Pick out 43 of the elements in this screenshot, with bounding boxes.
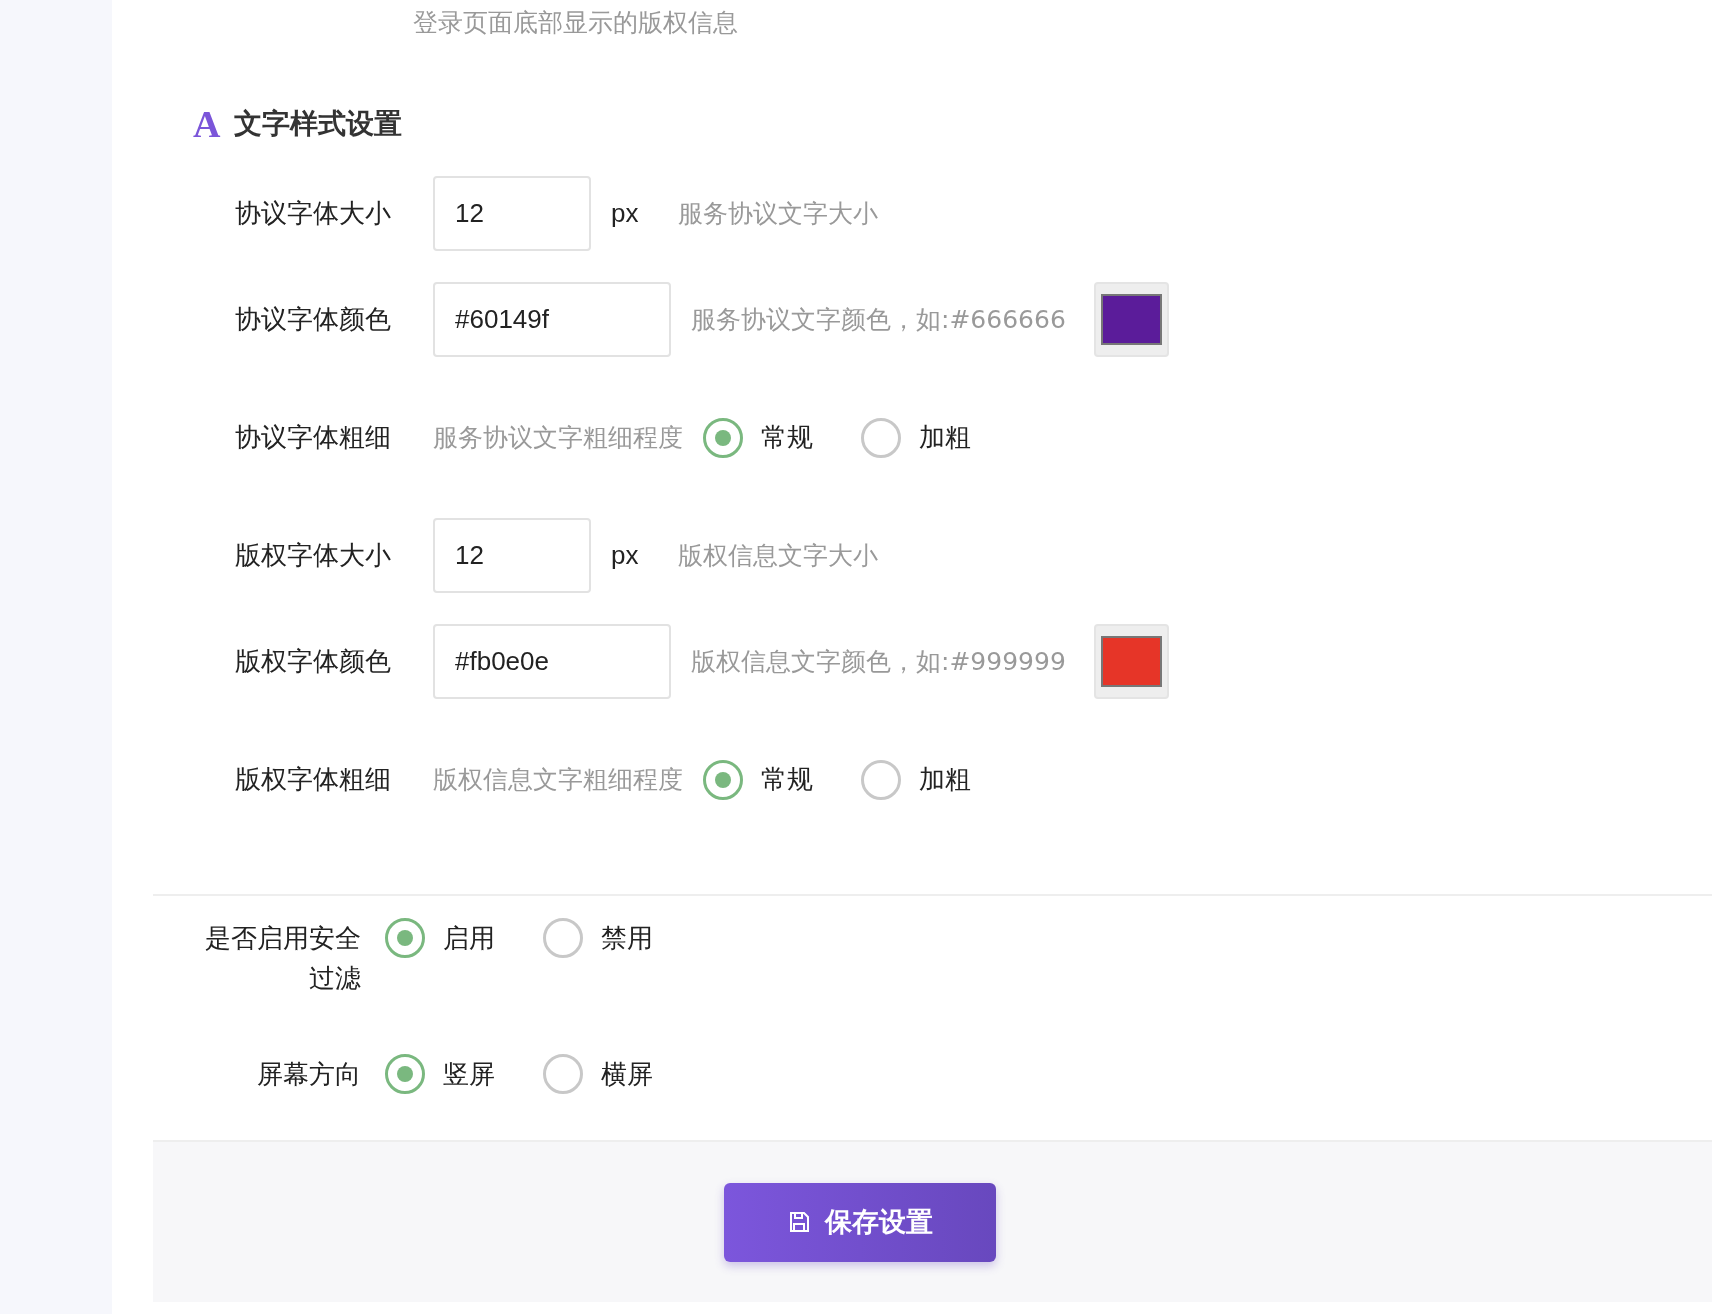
field-hint: 版权信息文字大小	[678, 540, 879, 572]
input-field[interactable]: 12	[433, 176, 591, 251]
radio-label: 启用	[443, 921, 495, 955]
field-label: 版权字体颜色	[235, 645, 392, 678]
field-label: 屏幕方向	[256, 1058, 361, 1091]
field-label: 版权字体粗细	[235, 763, 392, 796]
field-label: 版权字体大小	[235, 539, 392, 572]
field-label: 是否启用安全过滤	[204, 922, 361, 995]
unit-label: px	[611, 540, 639, 571]
radio-label: 禁用	[601, 921, 653, 955]
input-field[interactable]: 12	[433, 518, 591, 593]
radio-label: 横屏	[601, 1057, 653, 1091]
field-hint: 登录页面底部显示的版权信息	[413, 7, 739, 39]
radio-button[interactable]	[543, 918, 583, 958]
field-label: 协议字体大小	[235, 197, 392, 230]
field-hint: 服务协议文字粗细程度	[433, 422, 683, 454]
radio-label: 常规	[761, 763, 813, 796]
radio-button[interactable]	[703, 759, 743, 800]
unit-label: px	[611, 198, 639, 229]
save-icon	[787, 1210, 811, 1234]
radio-button[interactable]	[543, 1054, 583, 1094]
field-hint: 版权信息文字粗细程度	[433, 764, 683, 796]
radio-button[interactable]	[385, 918, 425, 958]
field-hint: 服务协议文字颜色，如:#666666	[691, 304, 1066, 336]
section-title: 文字样式设置	[234, 106, 403, 142]
radio-label: 常规	[761, 421, 813, 454]
radio-label: 加粗	[919, 421, 971, 454]
field-label: 协议字体颜色	[235, 303, 392, 336]
input-field[interactable]: #fb0e0e	[433, 624, 671, 699]
letter-icon: A	[193, 102, 221, 146]
radio-button[interactable]	[385, 1054, 425, 1094]
input-field[interactable]: #60149f	[433, 282, 671, 357]
radio-label: 加粗	[919, 763, 971, 796]
field-hint: 服务协议文字大小	[678, 198, 879, 230]
radio-button[interactable]	[861, 417, 901, 458]
color-picker[interactable]	[1093, 282, 1169, 357]
radio-button[interactable]	[703, 417, 743, 458]
radio-label: 竖屏	[443, 1057, 495, 1091]
field-label: 协议字体粗细	[235, 421, 392, 454]
radio-button[interactable]	[861, 759, 901, 800]
save-button[interactable]: 保存设置	[724, 1182, 996, 1262]
color-picker[interactable]	[1093, 624, 1169, 699]
field-hint: 版权信息文字颜色，如:#999999	[691, 646, 1066, 678]
